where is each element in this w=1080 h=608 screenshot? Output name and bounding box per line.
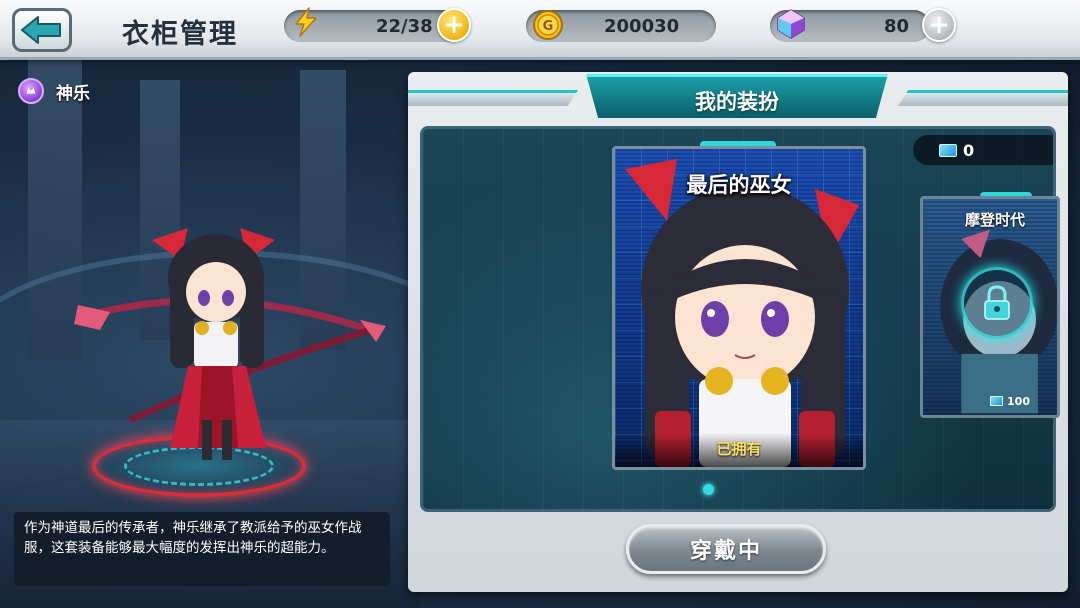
gold-coin-icon: G (533, 10, 563, 40)
costume-owned-status: 已拥有 (716, 440, 762, 458)
carousel-pagination (703, 484, 714, 495)
costume-card-next[interactable]: 摩登时代 100 (920, 196, 1060, 418)
wearing-button-label: 穿戴中 (689, 539, 762, 564)
plus-icon: + (443, 10, 465, 40)
character-class-icon (18, 78, 44, 104)
costume-name: 最后的巫女 (686, 173, 792, 197)
voucher-count: 0 (963, 140, 975, 160)
diamond-icon (777, 9, 805, 39)
diamond-value: 80 (884, 16, 910, 37)
page-title: 衣柜管理 (122, 19, 238, 50)
lock-icon (984, 285, 1010, 320)
add-diamond-button[interactable]: + (922, 8, 956, 42)
lightning-icon (295, 7, 317, 37)
character-name-row: 神乐 (18, 78, 90, 104)
svg-text:G: G (543, 19, 554, 34)
locked-costume-indicator (961, 267, 1033, 339)
panel-header-bar-left (408, 90, 578, 106)
back-arrow-icon (21, 16, 61, 44)
stamina-value: 22/38 (376, 16, 433, 37)
back-button[interactable] (12, 8, 72, 52)
plus-icon: + (928, 10, 950, 40)
panel-header-bar-right (898, 90, 1068, 106)
wearing-button[interactable]: 穿戴中 (626, 524, 826, 574)
costume-voucher-display: 0 (913, 135, 1053, 165)
panel-tab: 我的装扮 (586, 74, 888, 118)
character-name: 神乐 (56, 83, 90, 104)
character-figure[interactable] (70, 220, 400, 470)
costume-price: 100 (923, 391, 1057, 411)
costume-price-value: 100 (1007, 394, 1030, 408)
costume-card-selected[interactable]: 最后的巫女 已拥有 (612, 146, 866, 470)
add-stamina-button[interactable]: + (437, 8, 471, 42)
gold-value: 200030 (604, 16, 680, 37)
voucher-ticket-icon (939, 143, 957, 157)
character-description: 作为神道最后的传承者，神乐继承了教派给予的巫女作战服，这套装备能够最大幅度的发挥… (14, 512, 390, 586)
pagination-dot[interactable] (703, 484, 714, 495)
panel-title: 我的装扮 (695, 90, 779, 114)
costume-name: 摩登时代 (964, 211, 1025, 229)
top-bar: 衣柜管理 22/38 + G 200030 80 + (0, 0, 1080, 60)
voucher-ticket-icon (990, 396, 1004, 406)
